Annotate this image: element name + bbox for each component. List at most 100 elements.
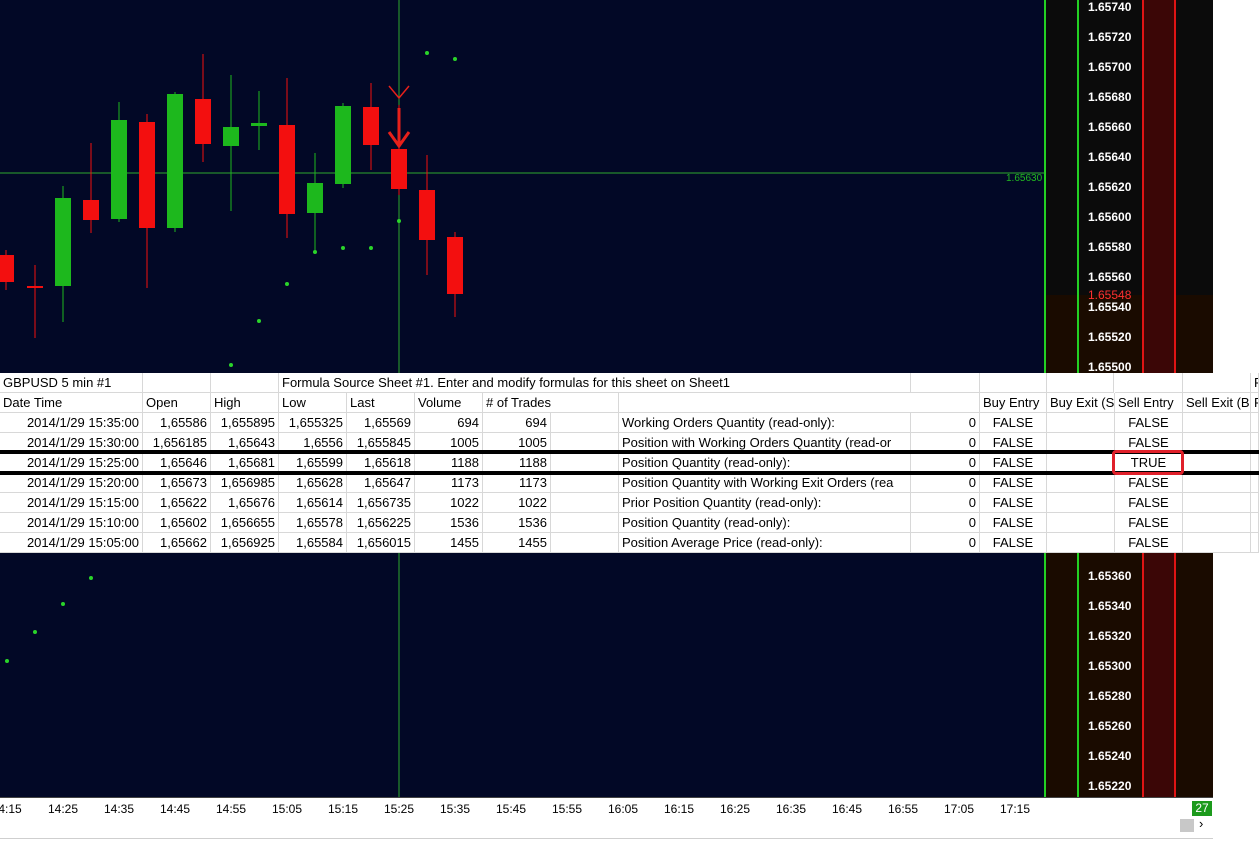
sell-entry-cell[interactable]: FALSE bbox=[1115, 413, 1183, 433]
formula-label-cell[interactable]: Position Quantity (read-only): bbox=[619, 513, 911, 533]
open-cell[interactable]: 1,65646 bbox=[143, 453, 211, 473]
sheet-cell[interactable] bbox=[551, 533, 619, 553]
sheet-cell[interactable] bbox=[1251, 413, 1259, 433]
sell-exit-cell[interactable] bbox=[1183, 513, 1251, 533]
buy-exit-cell[interactable] bbox=[1047, 493, 1115, 513]
buy-exit-cell[interactable] bbox=[1047, 453, 1115, 473]
column-header[interactable]: Sell Exit (B bbox=[1183, 393, 1251, 413]
formula-value-cell[interactable]: 0 bbox=[911, 513, 980, 533]
sheet-cell[interactable] bbox=[211, 373, 279, 393]
scroll-thumb[interactable] bbox=[1180, 819, 1194, 832]
sell-entry-cell[interactable]: FALSE bbox=[1115, 533, 1183, 553]
sheet-cell[interactable] bbox=[1251, 513, 1259, 533]
last-cell[interactable]: 1,65569 bbox=[347, 413, 415, 433]
sheet-cell[interactable] bbox=[1251, 453, 1259, 473]
high-cell[interactable]: 1,65676 bbox=[211, 493, 279, 513]
sheet-title-cell[interactable]: GBPUSD 5 min #1 bbox=[0, 373, 143, 393]
high-cell[interactable]: 1,65681 bbox=[211, 453, 279, 473]
sell-exit-cell[interactable] bbox=[1183, 453, 1251, 473]
trades-cell[interactable]: 1455 bbox=[483, 533, 551, 553]
low-cell[interactable]: 1,65628 bbox=[279, 473, 347, 493]
formula-value-cell[interactable]: 0 bbox=[911, 413, 980, 433]
sheet-cell[interactable] bbox=[551, 493, 619, 513]
column-header[interactable] bbox=[619, 393, 980, 413]
sheet-cell[interactable] bbox=[1251, 533, 1259, 553]
spreadsheet[interactable]: GBPUSD 5 min #1 Formula Source Sheet #1. … bbox=[0, 373, 1259, 553]
high-cell[interactable]: 1,655895 bbox=[211, 413, 279, 433]
formula-note-cell[interactable]: Formula Source Sheet #1. Enter and modif… bbox=[279, 373, 911, 393]
volume-cell[interactable]: 1536 bbox=[415, 513, 483, 533]
volume-cell[interactable]: 1188 bbox=[415, 453, 483, 473]
column-header[interactable]: Last bbox=[347, 393, 415, 413]
open-cell[interactable]: 1,65662 bbox=[143, 533, 211, 553]
sheet-cell[interactable] bbox=[1251, 493, 1259, 513]
low-cell[interactable]: 1,65584 bbox=[279, 533, 347, 553]
low-cell[interactable]: 1,65614 bbox=[279, 493, 347, 513]
datetime-cell[interactable]: 2014/1/29 15:35:00 bbox=[0, 413, 143, 433]
open-cell[interactable]: 1,65586 bbox=[143, 413, 211, 433]
trades-cell[interactable]: 694 bbox=[483, 413, 551, 433]
sell-exit-cell[interactable] bbox=[1183, 533, 1251, 553]
datetime-cell[interactable]: 2014/1/29 15:20:00 bbox=[0, 473, 143, 493]
volume-cell[interactable]: 1022 bbox=[415, 493, 483, 513]
horizontal-scrollbar[interactable] bbox=[0, 817, 1259, 847]
formula-label-cell[interactable]: Working Orders Quantity (read-only): bbox=[619, 413, 911, 433]
low-cell[interactable]: 1,65578 bbox=[279, 513, 347, 533]
sheet-cell[interactable] bbox=[1251, 473, 1259, 493]
sheet-cell[interactable] bbox=[1115, 373, 1183, 393]
column-header[interactable]: Volume bbox=[415, 393, 483, 413]
open-cell[interactable]: 1,65602 bbox=[143, 513, 211, 533]
last-cell[interactable]: 1,656735 bbox=[347, 493, 415, 513]
datetime-cell[interactable]: 2014/1/29 15:25:00 bbox=[0, 453, 143, 473]
datetime-cell[interactable]: 2014/1/29 15:15:00 bbox=[0, 493, 143, 513]
sheet-cell[interactable] bbox=[1047, 373, 1114, 393]
column-header[interactable]: Date Time bbox=[0, 393, 143, 413]
sheet-cell[interactable] bbox=[980, 373, 1047, 393]
scroll-right-arrow-icon[interactable]: › bbox=[1199, 816, 1203, 831]
last-cell[interactable]: 1,65618 bbox=[347, 453, 415, 473]
trades-cell[interactable]: 1022 bbox=[483, 493, 551, 513]
buy-entry-cell[interactable]: FALSE bbox=[980, 493, 1047, 513]
formula-label-cell[interactable]: Position Quantity (read-only): bbox=[619, 453, 911, 473]
sheet-cell[interactable] bbox=[1183, 373, 1251, 393]
formula-label-cell[interactable]: Position Quantity with Working Exit Orde… bbox=[619, 473, 911, 493]
volume-cell[interactable]: 694 bbox=[415, 413, 483, 433]
sell-entry-cell[interactable]: FALSE bbox=[1115, 513, 1183, 533]
buy-entry-cell[interactable]: FALSE bbox=[980, 413, 1047, 433]
sell-entry-cell[interactable]: FALSE bbox=[1115, 473, 1183, 493]
low-cell[interactable]: 1,655325 bbox=[279, 413, 347, 433]
formula-value-cell[interactable]: 0 bbox=[911, 453, 980, 473]
buy-exit-cell[interactable] bbox=[1047, 533, 1115, 553]
sheet-cell[interactable] bbox=[143, 373, 211, 393]
column-header[interactable]: High bbox=[211, 393, 279, 413]
buy-exit-cell[interactable] bbox=[1047, 413, 1115, 433]
column-header[interactable]: # of Trades bbox=[483, 393, 619, 413]
formula-value-cell[interactable]: 0 bbox=[911, 493, 980, 513]
last-cell[interactable]: 1,65647 bbox=[347, 473, 415, 493]
volume-cell[interactable]: 1455 bbox=[415, 533, 483, 553]
datetime-cell[interactable]: 2014/1/29 15:05:00 bbox=[0, 533, 143, 553]
formula-value-cell[interactable]: 0 bbox=[911, 533, 980, 553]
buy-entry-cell[interactable]: FALSE bbox=[980, 453, 1047, 473]
column-header[interactable]: P bbox=[1251, 393, 1259, 413]
high-cell[interactable]: 1,656655 bbox=[211, 513, 279, 533]
buy-entry-cell[interactable]: FALSE bbox=[980, 473, 1047, 493]
low-cell[interactable]: 1,65599 bbox=[279, 453, 347, 473]
column-header[interactable]: Buy Entry bbox=[980, 393, 1047, 413]
column-header[interactable]: Sell Entry bbox=[1115, 393, 1183, 413]
high-cell[interactable]: 1,656985 bbox=[211, 473, 279, 493]
sell-exit-cell[interactable] bbox=[1183, 473, 1251, 493]
buy-exit-cell[interactable] bbox=[1047, 473, 1115, 493]
volume-cell[interactable]: 1173 bbox=[415, 473, 483, 493]
sheet-corner-cell[interactable]: P bbox=[1251, 373, 1259, 393]
formula-label-cell[interactable]: Position Average Price (read-only): bbox=[619, 533, 911, 553]
open-cell[interactable]: 1,65673 bbox=[143, 473, 211, 493]
column-header[interactable]: Open bbox=[143, 393, 211, 413]
formula-label-cell[interactable]: Prior Position Quantity (read-only): bbox=[619, 493, 911, 513]
high-cell[interactable]: 1,656925 bbox=[211, 533, 279, 553]
sell-exit-cell[interactable] bbox=[1183, 413, 1251, 433]
formula-value-cell[interactable]: 0 bbox=[911, 473, 980, 493]
sheet-cell[interactable] bbox=[911, 373, 980, 393]
sheet-cell[interactable] bbox=[551, 453, 619, 473]
column-header[interactable]: Low bbox=[279, 393, 347, 413]
